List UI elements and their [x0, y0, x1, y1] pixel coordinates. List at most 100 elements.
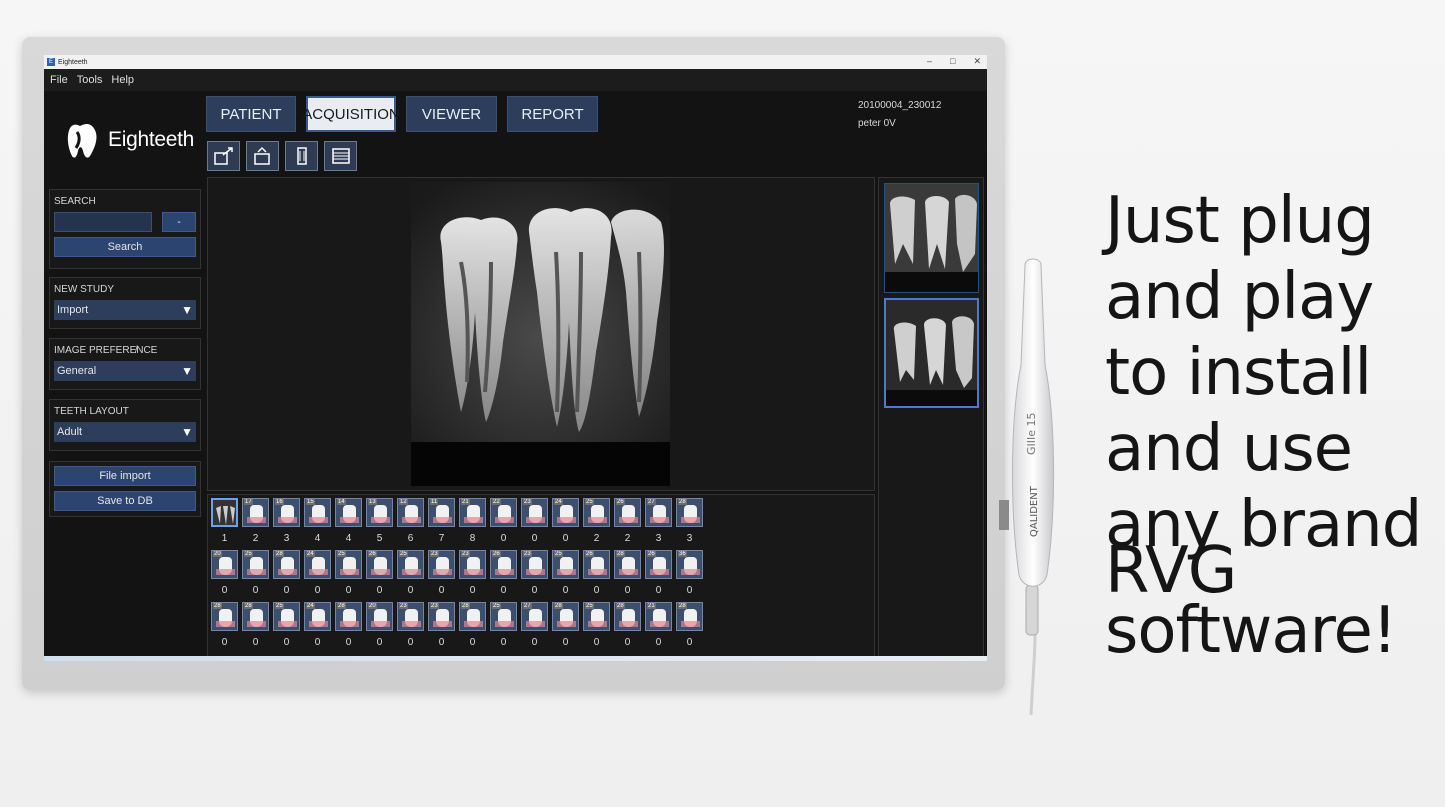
rotate-icon — [253, 146, 270, 165]
tooth-slot[interactable]: 23 — [459, 550, 486, 579]
sensor-button[interactable] — [285, 141, 318, 171]
tooth-slot[interactable]: 28 — [614, 550, 641, 579]
gum-shape — [526, 517, 545, 523]
tooth-slot[interactable]: 28 — [459, 602, 486, 631]
tooth-slot[interactable]: 28 — [335, 602, 362, 631]
tooth-slot[interactable]: 13 — [366, 498, 393, 527]
tooth-slot[interactable]: 26 — [366, 550, 393, 579]
minimize-button[interactable]: – — [927, 56, 932, 67]
image-preference-select[interactable]: General ▼ — [54, 361, 196, 381]
tooth-cell: 24 — [552, 498, 579, 527]
tooth-image-count: 0 — [252, 637, 259, 648]
tab-viewer[interactable]: VIEWER — [406, 96, 497, 132]
tooth-slot[interactable]: 24 — [304, 602, 331, 631]
tooth-slot[interactable]: 28 — [552, 602, 579, 631]
tooth-slot[interactable]: 27 — [521, 602, 548, 631]
teeth-layout-select[interactable]: Adult ▼ — [54, 422, 196, 442]
menu-help[interactable]: Help — [111, 74, 134, 86]
probe-model: GIIIe 15 — [1025, 412, 1038, 455]
tooth-slot[interactable]: 16 — [273, 498, 300, 527]
tooth-slot[interactable]: 36 — [676, 550, 703, 579]
tooth-slot[interactable]: 11 — [428, 498, 455, 527]
tab-report[interactable]: REPORT — [507, 96, 598, 132]
menu-file[interactable]: File — [50, 74, 68, 86]
tooth-slot[interactable]: 23 — [521, 550, 548, 579]
tooth-image-count: 2 — [252, 533, 259, 544]
tooth-slot[interactable]: 25 — [583, 498, 610, 527]
tooth-slot[interactable]: 25 — [583, 602, 610, 631]
tooth-slot[interactable]: 26 — [645, 550, 672, 579]
thumbnail-1[interactable] — [884, 183, 979, 293]
tooth-slot[interactable]: 28 — [676, 602, 703, 631]
tooth-cell: 26 — [583, 550, 610, 579]
tooth-slot[interactable] — [211, 498, 238, 527]
tooth-slot[interactable]: 27 — [645, 498, 672, 527]
tooth-slot[interactable]: 25 — [397, 550, 424, 579]
tooth-image-count: 0 — [655, 585, 662, 596]
menu-tools[interactable]: Tools — [77, 74, 103, 86]
teeth-layout-label: TEETH LAYOUT — [54, 406, 129, 417]
thumbnail-2[interactable] — [884, 298, 979, 408]
tooth-slot[interactable]: 28 — [242, 602, 269, 631]
tooth-cell: 23 — [459, 550, 486, 579]
gum-shape — [216, 621, 235, 627]
close-button[interactable]: ✕ — [973, 56, 981, 67]
tooth-slot[interactable]: 25 — [273, 602, 300, 631]
save-to-db-button[interactable]: Save to DB — [54, 491, 196, 511]
search-clear-button[interactable]: - — [162, 212, 196, 232]
xray-thumbnail-graphic — [885, 184, 978, 272]
tooth-slot[interactable]: 25 — [242, 550, 269, 579]
tooth-slot[interactable]: 24 — [552, 498, 579, 527]
tooth-slot[interactable]: 20 — [366, 602, 393, 631]
tooth-slot[interactable]: 23 — [521, 498, 548, 527]
tooth-slot[interactable]: 26 — [490, 550, 517, 579]
new-study-select[interactable]: Import ▼ — [54, 300, 196, 320]
tooth-number: 26 — [616, 499, 625, 505]
tooth-cell: 23 — [428, 602, 455, 631]
tooth-slot[interactable]: 25 — [552, 550, 579, 579]
patient-info: 20100004_230012 peter 0V — [858, 97, 941, 133]
gum-shape — [495, 517, 514, 523]
tooth-slot[interactable]: 28 — [273, 550, 300, 579]
tooth-slot[interactable]: 12 — [397, 498, 424, 527]
tooth-image-count: 0 — [221, 585, 228, 596]
tooth-number: 26 — [647, 551, 656, 557]
tooth-slot[interactable]: 17 — [242, 498, 269, 527]
tooth-slot[interactable]: 14 — [335, 498, 362, 527]
tooth-slot[interactable]: 21 — [645, 602, 672, 631]
acquire-button[interactable] — [207, 141, 240, 171]
tooth-cell: 25 — [335, 550, 362, 579]
tooth-slot[interactable]: 22 — [490, 498, 517, 527]
tooth-image-count: 1 — [221, 533, 228, 544]
search-input[interactable] — [54, 212, 152, 232]
tooth-slot[interactable]: 28 — [614, 602, 641, 631]
xray-image[interactable] — [411, 182, 670, 486]
search-button[interactable]: Search — [54, 237, 196, 257]
gum-shape — [588, 569, 607, 575]
rotate-button[interactable] — [246, 141, 279, 171]
tooth-slot[interactable]: 21 — [459, 498, 486, 527]
tooth-slot[interactable]: 25 — [335, 550, 362, 579]
tooth-cell — [211, 498, 238, 527]
teeth-grid-rows: 17 16 15 14 13 12 11 21 22 23 24 25 26 27 28 1 2 3 4 4 5 6 7 8 0… — [211, 498, 703, 654]
tooth-slot[interactable]: 25 — [490, 602, 517, 631]
gum-shape — [588, 517, 607, 523]
tab-patient[interactable]: PATIENT — [206, 96, 296, 132]
tooth-slot[interactable]: 28 — [211, 602, 238, 631]
tooth-slot[interactable]: 28 — [676, 498, 703, 527]
tooth-slot[interactable]: 23 — [428, 602, 455, 631]
file-import-button[interactable]: File import — [54, 466, 196, 486]
tooth-slot[interactable]: 20 — [211, 550, 238, 579]
tooth-cell: 25 — [397, 550, 424, 579]
tooth-slot[interactable]: 15 — [304, 498, 331, 527]
list-button[interactable] — [324, 141, 357, 171]
tooth-slot[interactable]: 23 — [397, 602, 424, 631]
maximize-button[interactable]: □ — [950, 56, 955, 67]
tooth-slot[interactable]: 26 — [614, 498, 641, 527]
tooth-slot[interactable]: 26 — [583, 550, 610, 579]
actions-panel: File import Save to DB — [49, 461, 201, 517]
tooth-slot[interactable]: 23 — [428, 550, 455, 579]
tooth-number: 11 — [430, 499, 439, 505]
tooth-slot[interactable]: 24 — [304, 550, 331, 579]
tab-acquisition[interactable]: ACQUISITION — [302, 96, 400, 132]
